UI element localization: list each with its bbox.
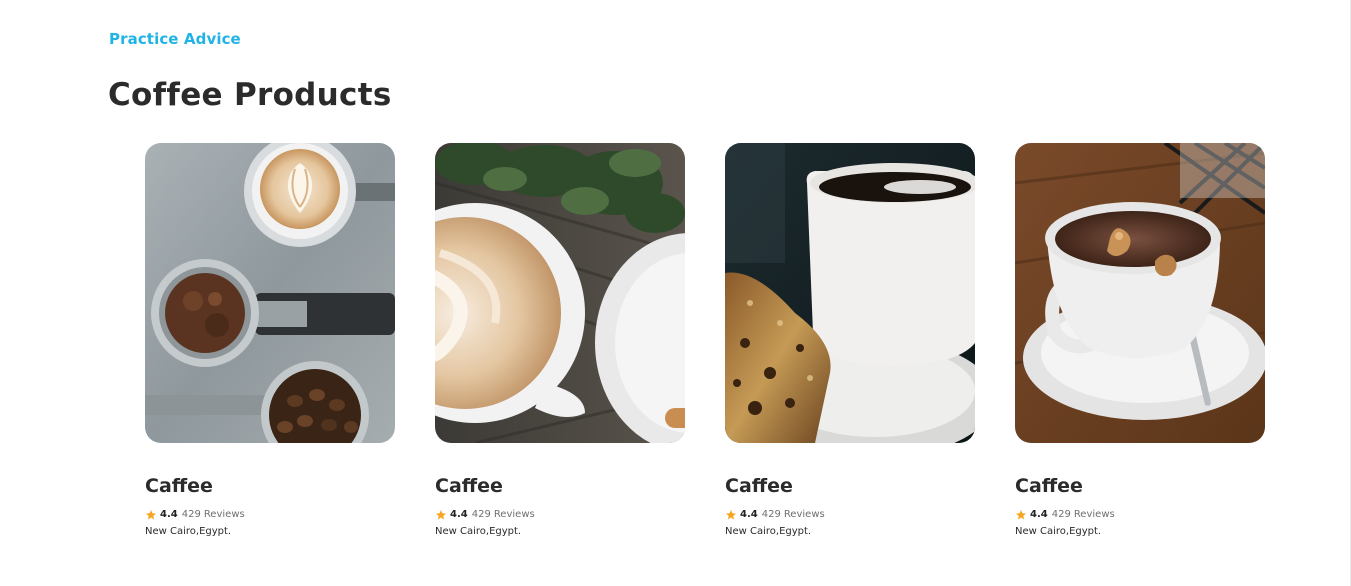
product-image[interactable] [145, 143, 395, 443]
espresso-portafilters-photo [145, 143, 395, 443]
product-title[interactable]: Caffee [725, 474, 975, 498]
star-icon [436, 510, 446, 520]
product-card[interactable]: Caffee 4.4 429 Reviews New Cairo,Egypt. [145, 143, 395, 539]
product-card[interactable]: Caffee 4.4 429 Reviews New Cairo,Egypt. [725, 143, 975, 539]
rating-row: 4.4 429 Reviews [145, 508, 395, 522]
product-image[interactable] [1015, 143, 1265, 443]
product-card[interactable]: Caffee 4.4 429 Reviews New Cairo,Egypt. [1015, 143, 1265, 539]
product-location: New Cairo,Egypt. [1015, 526, 1102, 537]
review-label: Reviews [203, 509, 245, 520]
product-title[interactable]: Caffee [1015, 474, 1265, 498]
review-count: 429 [761, 509, 781, 520]
page: Practice Advice Coffee Products Caffee 4… [0, 0, 1351, 586]
rating-value: 4.4 [160, 509, 178, 520]
review-count: 429 [1051, 509, 1071, 520]
rating-value: 4.4 [740, 509, 758, 520]
cappuccino-saucer-photo [1015, 143, 1265, 443]
product-location: New Cairo,Egypt. [145, 526, 232, 537]
product-location: New Cairo,Egypt. [725, 526, 812, 537]
page-title: Coffee Products [108, 77, 392, 113]
rating-value: 4.4 [1030, 509, 1048, 520]
product-image[interactable] [435, 143, 685, 443]
product-location: New Cairo,Egypt. [435, 526, 522, 537]
product-card-list: Caffee 4.4 429 Reviews New Cairo,Egypt. [145, 143, 1265, 539]
review-label: Reviews [783, 509, 825, 520]
product-title[interactable]: Caffee [435, 474, 685, 498]
rating-row: 4.4 429 Reviews [725, 508, 975, 522]
rating-value: 4.4 [450, 509, 468, 520]
black-coffee-and-cake-photo [725, 143, 975, 443]
product-title[interactable]: Caffee [145, 474, 395, 498]
star-icon [726, 510, 736, 520]
review-count: 429 [181, 509, 201, 520]
star-icon [1016, 510, 1026, 520]
review-count: 429 [471, 509, 491, 520]
section-eyebrow-link[interactable]: Practice Advice [109, 30, 241, 48]
review-label: Reviews [493, 509, 535, 520]
rating-row: 4.4 429 Reviews [1015, 508, 1265, 522]
star-icon [146, 510, 156, 520]
rating-row: 4.4 429 Reviews [435, 508, 685, 522]
product-card[interactable]: Caffee 4.4 429 Reviews New Cairo,Egypt. [435, 143, 685, 539]
product-image[interactable] [725, 143, 975, 443]
latte-art-cup-photo [435, 143, 685, 443]
review-label: Reviews [1073, 509, 1115, 520]
